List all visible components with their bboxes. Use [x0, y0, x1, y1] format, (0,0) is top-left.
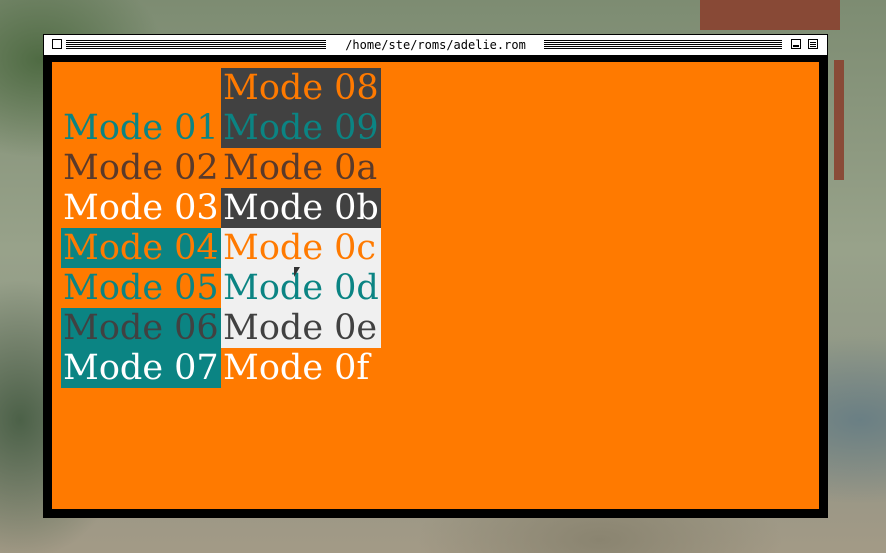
iconify-box-icon[interactable] — [791, 39, 801, 49]
mouse-pointer-icon — [294, 267, 300, 277]
title-stripes-left — [66, 40, 326, 50]
window-title: /home/ste/roms/adelie.rom — [341, 36, 530, 54]
title-bar[interactable]: /home/ste/roms/adelie.rom — [44, 35, 827, 56]
background-post — [834, 60, 844, 180]
background-railing — [700, 0, 840, 30]
mode-label-08: Mode 08 — [221, 68, 381, 108]
mode-label-02: Mode 02 — [63, 148, 219, 188]
mode-label-0a: Mode 0a — [223, 148, 378, 188]
mode-label-03: Mode 03 — [63, 188, 219, 228]
mode-label-0f: Mode 0f — [223, 348, 370, 388]
mode-label-09: Mode 09 — [221, 108, 381, 148]
maximize-box-icon[interactable] — [808, 39, 818, 49]
display-canvas[interactable]: Mode 01 Mode 02 Mode 03 Mode 04 Mode 05 … — [52, 62, 819, 509]
mode-label-06: Mode 06 — [61, 308, 221, 348]
mode-label-0e: Mode 0e — [221, 308, 381, 348]
mode-label-05: Mode 05 — [63, 268, 219, 308]
mode-label-04: Mode 04 — [61, 228, 221, 268]
window-frame: Mode 01 Mode 02 Mode 03 Mode 04 Mode 05 … — [44, 56, 827, 517]
close-box-icon[interactable] — [52, 39, 62, 49]
mode-label-0c: Mode 0c — [221, 228, 381, 268]
title-stripes-right — [544, 40, 782, 50]
mode-label-0b: Mode 0b — [221, 188, 381, 228]
mode-label-07: Mode 07 — [61, 348, 221, 388]
mode-label-01: Mode 01 — [63, 108, 219, 148]
app-window: /home/ste/roms/adelie.rom Mode 01 Mode 0… — [43, 34, 828, 518]
mode-label-0d: Mode 0d — [221, 268, 381, 308]
